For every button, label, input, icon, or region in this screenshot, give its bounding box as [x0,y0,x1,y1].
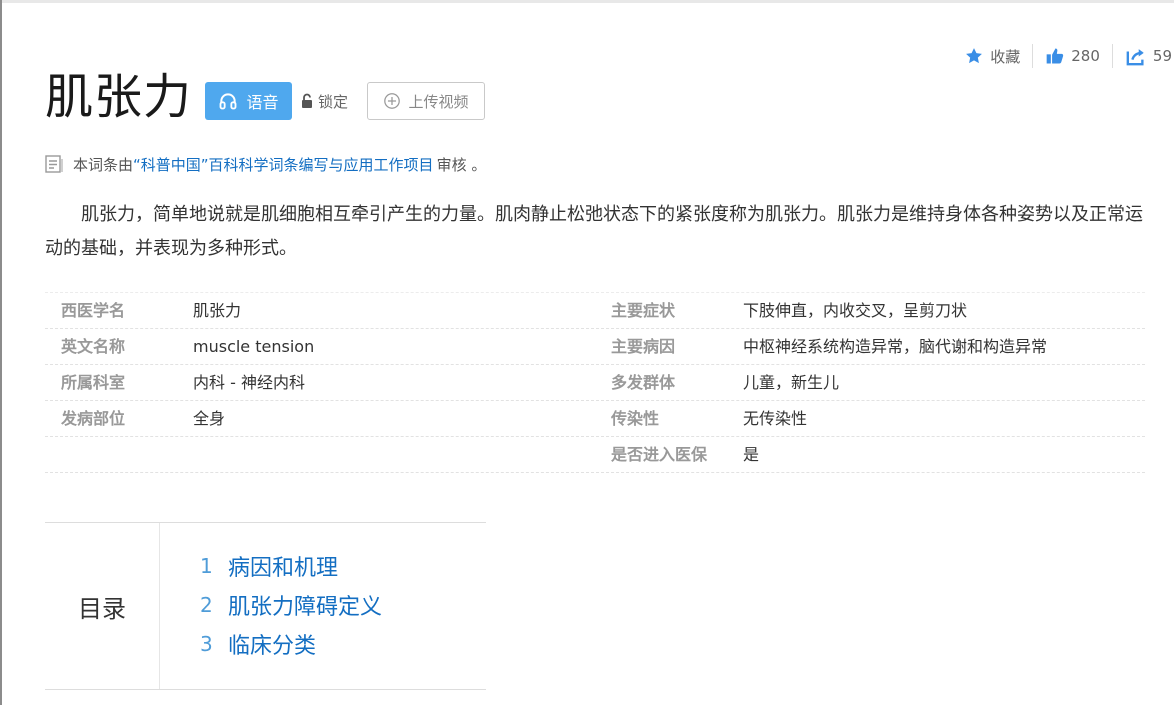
info-key: 主要病因 [611,337,676,356]
share-count: 59 [1152,47,1172,65]
like-button[interactable]: 280 [1045,46,1100,66]
info-row: 是否进入医保 是 [45,437,1145,473]
catalog-item[interactable]: 1 病因和机理 [200,546,382,585]
info-key: 是否进入医保 [611,445,708,464]
catalog-item[interactable]: 2 肌张力障碍定义 [200,585,382,624]
top-border [0,0,1174,3]
catalog-list: 1 病因和机理 2 肌张力障碍定义 3 临床分类 [200,546,382,663]
page-title: 肌张力 [45,69,193,125]
voice-button[interactable]: 语音 [205,82,292,120]
thumbs-up-icon [1046,48,1064,64]
info-row: 西医学名 肌张力 主要症状 下肢伸直，内收交叉，呈剪刀状 [45,292,1145,329]
document-icon [45,155,63,173]
info-key: 西医学名 [61,301,126,320]
star-icon [966,48,983,64]
article-actions: 收藏 280 59 [964,44,1172,68]
info-row: 所属科室 内科 - 神经内科 多发群体 儿童，新生儿 [45,365,1145,401]
review-suffix: 审核 。 [436,155,487,174]
review-project-link[interactable]: “科普中国”百科科学词条编写与应用工作项目 [133,154,434,175]
info-value: 肌张力 [193,301,242,320]
catalog: 目录 1 病因和机理 2 肌张力障碍定义 3 临床分类 [45,522,486,690]
summary-paragraph: 肌张力，简单地说就是肌细胞相互牵引产生的力量。肌肉静止松弛状态下的紧张度称为肌张… [45,204,1143,259]
info-value: 下肢伸直，内收交叉，呈剪刀状 [743,301,968,320]
voice-label: 语音 [246,93,279,112]
review-prefix: 本词条由 [73,155,134,174]
window-edge [0,0,2,705]
review-note: 本词条由 “科普中国”百科科学词条编写与应用工作项目 审核 。 [45,153,486,175]
catalog-item-label[interactable]: 肌张力障碍定义 [228,589,382,621]
divider [1111,44,1113,68]
info-key: 传染性 [611,409,660,428]
upload-label: 上传视频 [408,92,469,111]
info-value: 全身 [193,409,226,428]
catalog-item-number: 2 [200,592,213,617]
info-value: 内科 - 神经内科 [193,373,305,392]
info-value: 中枢神经系统构造异常，脑代谢和构造异常 [743,337,1048,356]
catalog-item-label[interactable]: 临床分类 [228,628,316,660]
plus-circle-icon [384,93,401,109]
share-button[interactable]: 59 [1125,46,1172,66]
headphones-icon [220,93,237,110]
share-icon [1126,49,1144,66]
info-value: 是 [743,445,760,464]
info-key: 主要症状 [611,301,676,320]
lock-icon [302,93,312,108]
like-count: 280 [1071,47,1100,65]
catalog-heading: 目录 [45,523,160,689]
favorite-label: 收藏 [990,47,1021,66]
catalog-item-label[interactable]: 病因和机理 [228,550,338,582]
info-key: 英文名称 [61,337,126,356]
info-row: 发病部位 全身 传染性 无传染性 [45,401,1145,437]
upload-video-button[interactable]: 上传视频 [367,82,485,120]
info-value: muscle tension [193,337,315,356]
catalog-item-number: 1 [200,553,213,578]
lock-status: 锁定 [301,90,348,112]
info-key: 多发群体 [611,373,676,392]
catalog-item-number: 3 [200,631,213,656]
info-value: 无传染性 [743,409,808,428]
info-value: 儿童，新生儿 [743,373,840,392]
info-key: 发病部位 [61,409,126,428]
catalog-item[interactable]: 3 临床分类 [200,624,382,663]
basic-info-table: 西医学名 肌张力 主要症状 下肢伸直，内收交叉，呈剪刀状 英文名称 muscle… [45,292,1145,473]
info-key: 所属科室 [61,373,126,392]
info-row: 英文名称 muscle tension 主要病因 中枢神经系统构造异常，脑代谢和… [45,329,1145,365]
lock-label: 锁定 [318,92,349,111]
favorite-button[interactable]: 收藏 [964,46,1020,67]
divider [1032,44,1034,68]
